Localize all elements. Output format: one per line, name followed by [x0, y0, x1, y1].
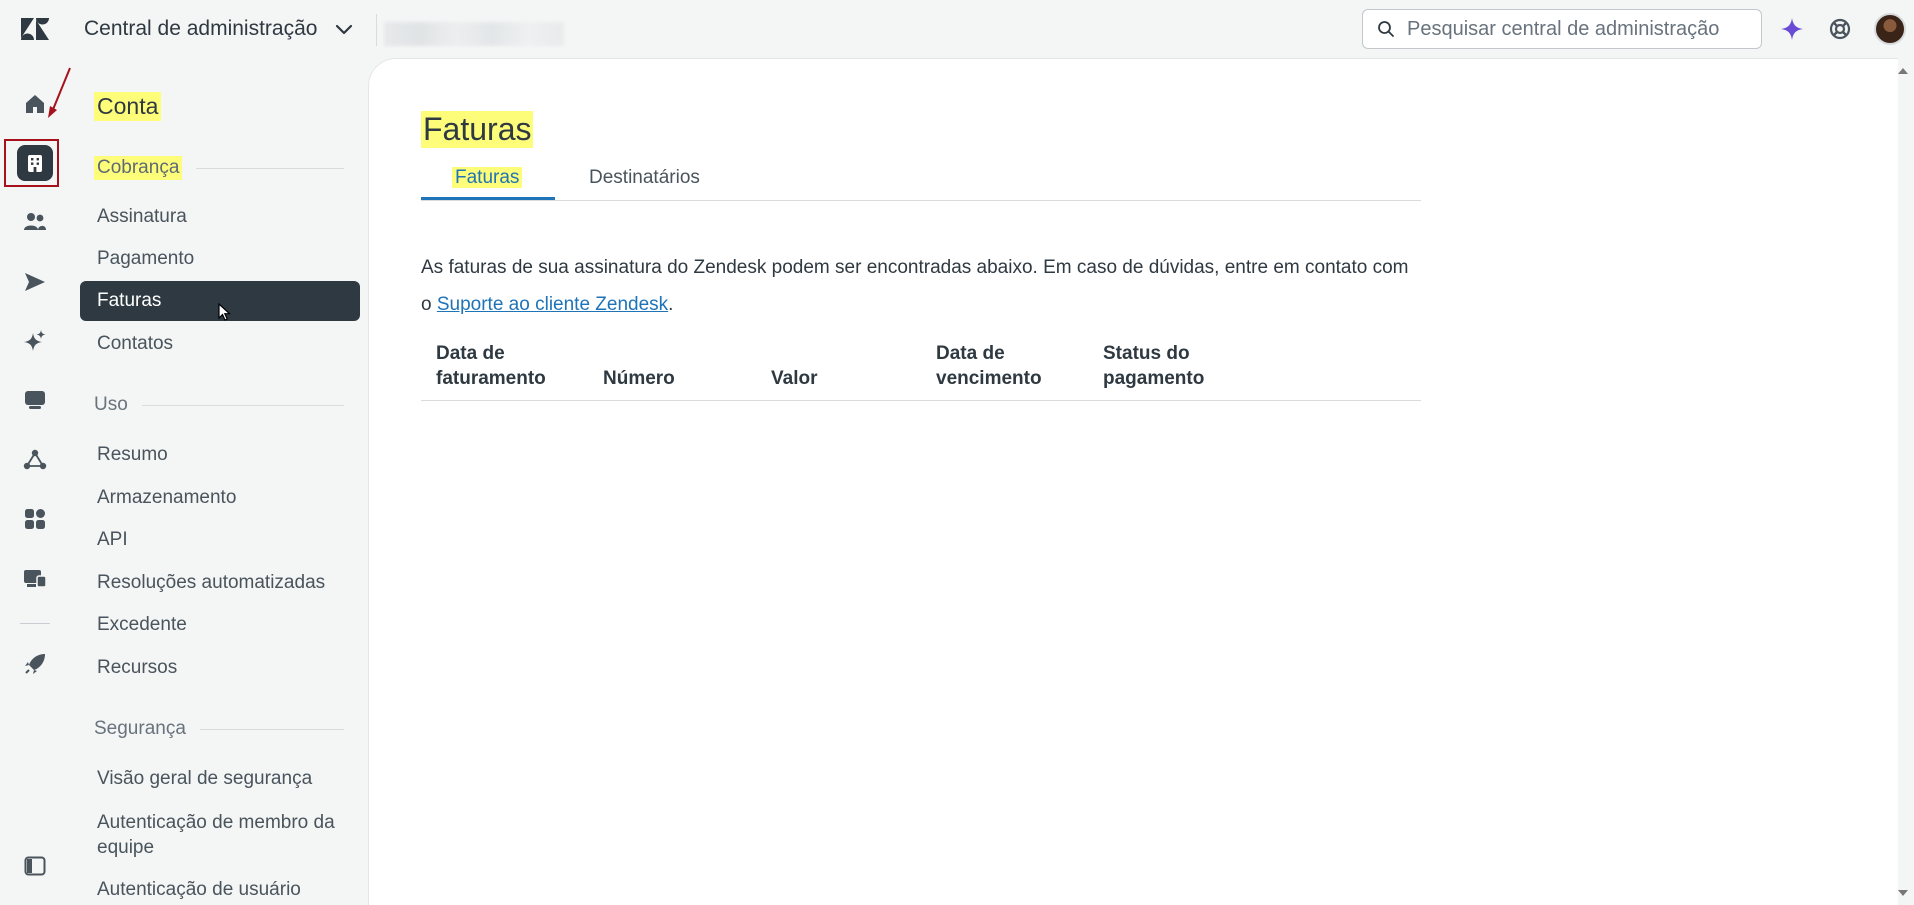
nav-item-excedente[interactable]: Excedente: [80, 605, 360, 645]
tab-label: Faturas: [452, 167, 523, 188]
nav-item-visao-geral-seguranca[interactable]: Visão geral de segurança: [80, 759, 360, 799]
top-bar: Central de administração: [0, 0, 1914, 58]
search-input[interactable]: [1407, 17, 1747, 41]
ai-sparkle-icon[interactable]: [1779, 16, 1805, 42]
page-description: As faturas de sua assinatura do Zendesk …: [421, 249, 1421, 323]
section-divider: [199, 728, 344, 730]
annotation-box: [4, 139, 59, 187]
app-title: Central de administração: [84, 17, 318, 40]
mouse-cursor-icon: [218, 303, 232, 321]
search-box[interactable]: [1362, 9, 1762, 49]
people-icon[interactable]: [17, 204, 53, 240]
zendesk-logo-icon[interactable]: [20, 16, 50, 42]
sparkle-icon[interactable]: [17, 323, 53, 359]
user-avatar[interactable]: [1874, 13, 1906, 45]
nav-item-api[interactable]: API: [80, 520, 360, 560]
redacted-account-name: [384, 22, 564, 46]
invoices-table-header: Data de faturamento Número Valor Data de…: [421, 341, 1421, 401]
column-header-data-faturamento[interactable]: Data de faturamento: [436, 341, 546, 391]
product-switcher[interactable]: Central de administração: [84, 17, 355, 41]
scroll-down-icon[interactable]: [1897, 888, 1909, 898]
header-line: Número: [603, 368, 675, 389]
main-content: Faturas Faturas Destinatários As faturas…: [368, 58, 1898, 905]
search-icon: [1378, 21, 1394, 37]
nav-item-resolucoes-automatizadas[interactable]: Resoluções automatizadas: [80, 563, 360, 603]
tab-list: Faturas Destinatários: [421, 159, 1421, 201]
nav-item-recursos[interactable]: Recursos: [80, 648, 360, 688]
sidebar-toggle-icon[interactable]: [17, 848, 53, 884]
title-divider: [376, 14, 377, 46]
chevron-down-icon: [336, 24, 353, 35]
workspace-icon[interactable]: [17, 560, 53, 596]
help-lifebuoy-icon[interactable]: [1827, 16, 1853, 42]
support-link[interactable]: Suporte ao cliente Zendesk: [437, 294, 668, 315]
column-header-data-vencimento[interactable]: Data de vencimento: [936, 341, 1042, 391]
tab-faturas[interactable]: Faturas: [452, 167, 523, 189]
apps-icon[interactable]: [17, 501, 53, 537]
header-line: Data de: [936, 343, 1005, 364]
nav-title: Conta: [94, 92, 162, 121]
nav-section-label: Segurança: [94, 718, 186, 739]
page-title: Faturas: [421, 111, 534, 148]
nav-section-label: Cobrança: [94, 156, 183, 180]
nav-item-pagamento[interactable]: Pagamento: [80, 239, 360, 279]
header-line: Data de: [436, 343, 505, 364]
objects-icon[interactable]: [17, 442, 53, 478]
nav-section-uso: Uso: [94, 394, 344, 416]
header-line: vencimento: [936, 368, 1042, 389]
nav-item-armazenamento[interactable]: Armazenamento: [80, 478, 360, 518]
scroll-up-icon[interactable]: [1897, 66, 1909, 76]
nav-item-faturas[interactable]: Faturas: [80, 281, 360, 321]
send-icon[interactable]: [17, 264, 53, 300]
settings-nav: Conta Cobrança Assinatura Pagamento Fatu…: [70, 58, 368, 905]
section-divider: [141, 404, 344, 406]
scrollbar[interactable]: [1892, 58, 1914, 905]
rail-separator: [20, 623, 50, 624]
nav-item-contatos[interactable]: Contatos: [80, 324, 360, 364]
nav-section-cobranca: Cobrança: [94, 156, 344, 180]
column-header-valor[interactable]: Valor: [771, 366, 817, 391]
nav-item-assinatura[interactable]: Assinatura: [80, 197, 360, 237]
active-tab-indicator: [421, 197, 555, 200]
nav-item-resumo[interactable]: Resumo: [80, 435, 360, 475]
nav-section-label: Uso: [94, 394, 128, 415]
tab-destinatarios[interactable]: Destinatários: [589, 167, 700, 189]
nav-section-seguranca: Segurança: [94, 718, 344, 740]
header-line: Status do: [1103, 343, 1190, 364]
rocket-icon[interactable]: [17, 646, 53, 682]
header-line: Valor: [771, 368, 818, 389]
chat-icon[interactable]: [17, 382, 53, 418]
nav-item-autenticacao-membro[interactable]: Autenticação de membro da equipe: [80, 810, 360, 860]
home-icon[interactable]: [17, 86, 53, 122]
column-header-numero[interactable]: Número: [603, 366, 675, 391]
section-divider: [196, 167, 344, 169]
header-line: faturamento: [436, 368, 546, 389]
column-header-status-pagamento[interactable]: Status do pagamento: [1103, 341, 1204, 391]
nav-item-label: Faturas: [97, 290, 162, 311]
header-line: pagamento: [1103, 368, 1205, 389]
nav-item-autenticacao-usuario[interactable]: Autenticação de usuário: [80, 870, 360, 905]
description-suffix: .: [668, 294, 674, 315]
